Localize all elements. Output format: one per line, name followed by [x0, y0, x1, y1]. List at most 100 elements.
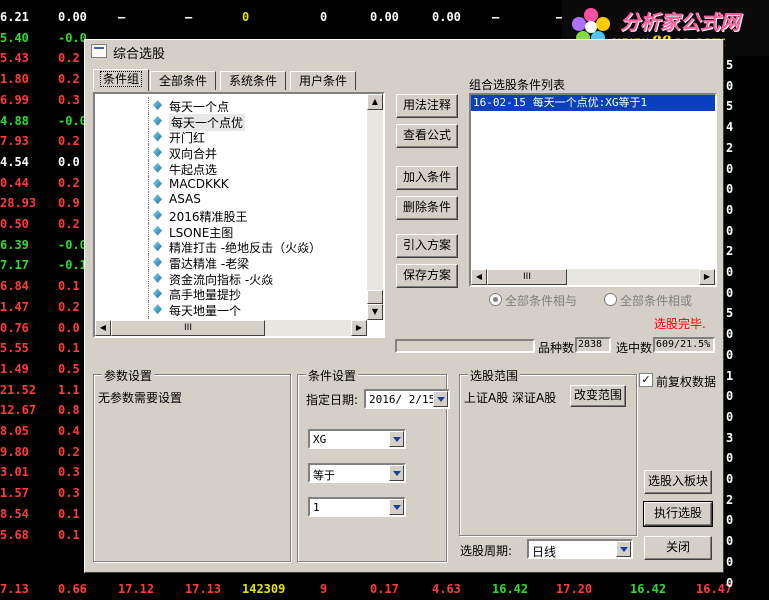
list-horizontal-scrollbar[interactable]: ◀ III ▶ [471, 269, 715, 285]
quote-cell-right: 0 [726, 78, 734, 93]
quote-cell: 0 [320, 10, 328, 24]
delete-condition-button[interactable]: 删除条件 [396, 196, 458, 220]
radio-all-or[interactable] [604, 293, 617, 306]
quote-cell: 12.67 [0, 403, 37, 418]
hscroll-thumb[interactable]: III [111, 320, 265, 336]
quote-cell: 0.3 [58, 465, 80, 480]
scroll-down-icon[interactable]: ▼ [367, 304, 383, 320]
condition-tree[interactable]: 每天一个点 每天一个点优 开门红 双向合并 牛起点选 MACDKKK ASAS 2016精准股… [93, 92, 385, 338]
operator-select[interactable]: 等于 [308, 463, 406, 483]
prev-adjust-label: 前复权数据 [656, 375, 717, 389]
quote-cell-right: 4 [726, 120, 734, 135]
scroll-up-icon[interactable]: ▲ [367, 94, 383, 110]
period-select[interactable]: 日线 [527, 539, 633, 559]
prev-adjust-checkbox[interactable]: ✓ [639, 373, 653, 387]
chevron-down-icon[interactable] [389, 465, 404, 481]
quote-cell: 0.50 [0, 217, 29, 231]
combined-conditions-list[interactable]: 16-02-15 每天一个点优:XG等于1 ◀ III ▶ [469, 93, 717, 287]
tree-item[interactable]: 双向合并 [95, 144, 367, 161]
add-condition-button[interactable]: 加入条件 [396, 166, 458, 190]
tab-condition-group[interactable]: 条件组 [93, 69, 149, 91]
quote-cell-right: 0 [726, 182, 734, 197]
quote-cell-right: 3 [726, 430, 734, 445]
quote-cell: 6.39 [0, 237, 29, 252]
tree-horizontal-scrollbar[interactable]: ◀ III ▶ [95, 320, 367, 336]
quote-cell: 7.93 [0, 134, 29, 149]
formula-gem-icon [153, 115, 162, 126]
tree-connector [148, 254, 150, 270]
quote-cell-right: 0 [726, 472, 734, 486]
close-button[interactable]: 关闭 [644, 536, 712, 560]
formula-gem-icon [153, 209, 162, 220]
quote-cell-right: 0 [726, 265, 734, 279]
quote-cell: 0.0 [58, 154, 80, 169]
tree-item[interactable]: 雷达精准 -老梁 [95, 254, 367, 271]
quote-cell: 4.88 [0, 113, 29, 128]
tab-system-conditions[interactable]: 系统条件 [220, 71, 286, 90]
scroll-left-icon[interactable]: ◀ [95, 320, 111, 336]
radio-all-and-label: 全部条件相与 [505, 294, 578, 308]
tab-label: 条件组 [99, 71, 143, 87]
tree-item[interactable]: MACDKKK [95, 175, 367, 192]
scroll-thumb[interactable] [367, 290, 383, 304]
progress-bar [395, 339, 535, 353]
quote-cell: 0.5 [58, 361, 80, 376]
quote-cell: 0.00 [432, 10, 461, 24]
tree-item[interactable]: 资金流向指标 -火焱 [95, 269, 367, 287]
quote-cell-right: 0 [726, 575, 734, 590]
usage-notes-button[interactable]: 用法注释 [396, 94, 458, 118]
view-formula-button[interactable]: 查看公式 [396, 124, 458, 148]
radio-all-and[interactable] [489, 293, 502, 306]
tree-item-label: MACDKKK [169, 176, 229, 191]
quote-cell: -0.0 [58, 113, 87, 128]
tree-vertical-scrollbar[interactable]: ▲ ▼ [367, 94, 383, 320]
value-select[interactable]: 1 [308, 497, 406, 517]
tree-item[interactable]: 2016精准股王 [95, 206, 367, 224]
save-scheme-button[interactable]: 保存方案 [396, 264, 458, 288]
quote-cell: 0 [242, 10, 250, 24]
quote-cell-right: 5 [726, 99, 734, 114]
import-scheme-button[interactable]: 引入方案 [396, 234, 458, 258]
chevron-down-icon[interactable] [616, 541, 631, 557]
scroll-right-icon[interactable]: ▶ [351, 320, 367, 336]
tree-item[interactable]: 精准打击 -绝地反击（火焱） [95, 238, 367, 255]
tab-label: 系统条件 [228, 74, 277, 88]
hscroll-thumb[interactable]: III [487, 269, 567, 285]
chevron-down-icon[interactable] [433, 391, 448, 407]
tree-item[interactable]: 牛起点选 [95, 159, 367, 177]
tab-user-conditions[interactable]: 用户条件 [290, 71, 356, 90]
params-text: 无参数需要设置 [98, 391, 183, 405]
formula-gem-icon [153, 241, 162, 252]
tree-item[interactable]: 高手地量提抄 [95, 285, 367, 302]
chevron-down-icon[interactable] [389, 499, 404, 515]
change-range-button[interactable]: 改变范围 [570, 385, 626, 407]
tree-connector [148, 269, 150, 286]
quote-cell: 0.00 [58, 10, 87, 24]
date-value: 2016/ 2/15 [369, 393, 436, 406]
scroll-right-icon[interactable]: ▶ [699, 269, 715, 285]
chevron-down-icon[interactable] [389, 431, 404, 447]
tree-item[interactable]: 每天一个点优 [95, 112, 367, 131]
tree-item[interactable]: ASAS [95, 191, 367, 208]
tree-connector [148, 97, 150, 113]
quote-cell-right: 0 [726, 513, 734, 528]
quote-row[interactable]: 7.13 0.66 17.12 17.13 142309 9 0.17 4.63 16.42 17… [0, 580, 769, 600]
execute-button[interactable]: 执行选股 [643, 501, 713, 527]
range-groupbox: 选股范围 上证A股 深证A股 改变范围 [459, 367, 637, 536]
quote-cell-right: 5 [726, 306, 734, 321]
tree-item[interactable]: LSONE主图 [95, 222, 367, 240]
quote-cell: – [118, 10, 126, 24]
period-label: 选股周期: [460, 544, 513, 558]
tree-item[interactable]: 开门红 [95, 128, 367, 145]
dialog-titlebar[interactable]: 综合选股 [85, 40, 723, 62]
output-select[interactable]: XG [308, 429, 406, 449]
combined-list-item[interactable]: 16-02-15 每天一个点优:XG等于1 [471, 95, 715, 111]
tab-all-conditions[interactable]: 全部条件 [150, 71, 216, 90]
tree-connector [148, 206, 150, 223]
tree-item[interactable]: 每天一个点 [95, 97, 367, 114]
scroll-left-icon[interactable]: ◀ [471, 269, 487, 285]
to-block-button[interactable]: 选股入板块 [644, 470, 712, 494]
quote-cell-right: 5 [726, 58, 734, 72]
tree-item[interactable]: 每天地量一个 [95, 301, 367, 318]
date-picker[interactable]: 2016/ 2/15 [364, 389, 450, 409]
